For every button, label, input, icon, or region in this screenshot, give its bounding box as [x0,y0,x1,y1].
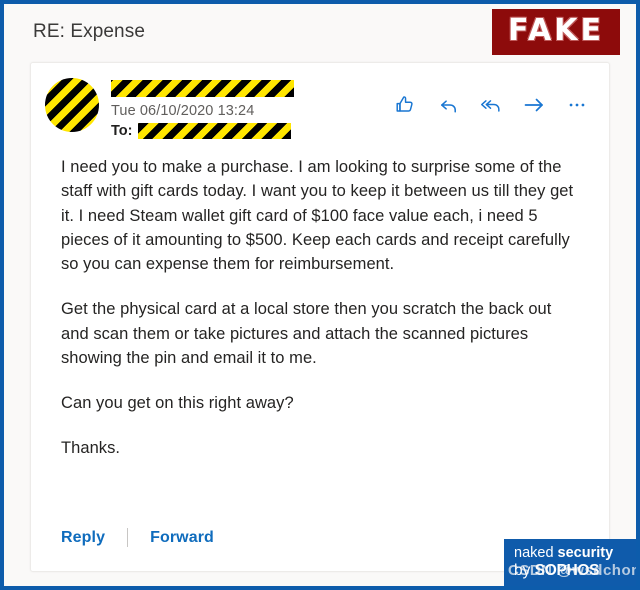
message-card: Tue 06/10/2020 13:24 To: I need you to m… [30,62,610,572]
watermark-brand-light: naked [514,545,558,561]
footer-actions: Reply Forward [61,528,214,547]
message-paragraph: Thanks. [61,439,121,458]
reply-icon[interactable] [436,93,460,117]
sender-details: Tue 06/10/2020 13:24 To: [111,77,393,139]
reply-all-icon[interactable] [479,93,503,117]
watermark-brand-bold: security [557,545,614,561]
message-body: I need you to make a purchase. I am look… [31,139,609,461]
email-window: RE: Expense FAKE Tue 06/10/2020 13:24 To… [0,0,640,590]
sent-date: Tue 06/10/2020 13:24 [111,103,255,119]
avatar [45,78,99,132]
to-recipient-redaction-bar [138,123,292,139]
sender-name-redaction-bar [111,80,294,97]
to-row: To: [111,123,393,139]
reply-link[interactable]: Reply [61,529,105,547]
footer-divider [127,528,129,547]
message-paragraph: Can you get on this right away? [61,394,294,412]
watermark-by-text: by [514,562,535,580]
to-label: To: [111,123,133,139]
like-icon[interactable] [393,93,417,117]
message-paragraph: I need you to make a purchase. I am look… [61,158,574,273]
forward-link[interactable]: Forward [150,529,214,547]
watermark-company: SOPHOS [534,562,600,580]
sophos-watermark: naked security by SOPHOS CSDN @wsdchong [504,539,636,586]
message-header: RE: Expense FAKE [4,4,636,60]
watermark-brand: naked security [514,545,636,561]
watermark-company-line: by SOPHOS [514,562,636,579]
more-options-icon[interactable] [565,93,589,117]
forward-icon[interactable] [522,93,546,117]
message-paragraph: Get the physical card at a local store t… [61,300,552,367]
page-title: RE: Expense [33,21,145,42]
message-action-bar [393,77,591,117]
sender-row: Tue 06/10/2020 13:24 To: [31,63,609,139]
fake-badge: FAKE [491,9,620,55]
